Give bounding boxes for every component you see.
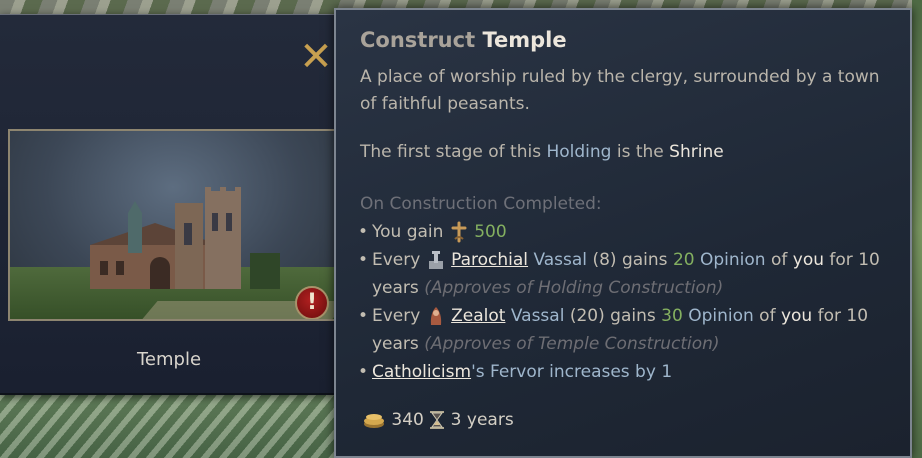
- stage-name: Shrine: [669, 142, 724, 162]
- zealot-count: (20): [569, 306, 605, 326]
- construct-tooltip: Construct Temple A place of worship rule…: [334, 8, 912, 458]
- parochial-of: of: [770, 250, 788, 270]
- effects-list: You gain 500 Every Parochial Vassal (8) …: [358, 218, 898, 386]
- effect-zealot-opinion: Every Zealot Vassal (20) gains 30 Opinio…: [358, 302, 898, 358]
- parochial-vassal[interactable]: Vassal: [533, 250, 587, 270]
- effect-parochial-opinion: Every Parochial Vassal (8) gains 20 Opin…: [358, 246, 898, 302]
- title-noun: Temple: [482, 28, 567, 52]
- zealot-opinion[interactable]: Opinion: [688, 306, 754, 326]
- zealot-gains: gains: [610, 306, 656, 326]
- parochial-trait-link[interactable]: Parochial: [451, 250, 528, 270]
- parochial-prefix: Every: [372, 250, 421, 270]
- map-strip-bottom: [0, 392, 340, 458]
- parochial-reason: (Approves of Holding Construction): [424, 278, 724, 298]
- zealot-amount: 30: [661, 306, 683, 326]
- fervor-text: 's Fervor increases by 1: [471, 362, 673, 382]
- gold-icon: [364, 414, 384, 428]
- title-verb: Construct: [360, 28, 476, 52]
- map-strip-right: [912, 0, 922, 458]
- parochial-amount: 20: [672, 250, 695, 270]
- faith-link[interactable]: Catholicism: [372, 362, 471, 382]
- build-time: 3 years: [450, 410, 514, 430]
- zealot-icon: [430, 307, 441, 325]
- zealot-of: of: [759, 306, 776, 326]
- holding-panel: ✕ ! Temple: [0, 14, 338, 395]
- zealot-trait-link[interactable]: Zealot: [451, 306, 505, 326]
- holding-picture[interactable]: !: [8, 129, 338, 321]
- gold-cost: 340: [391, 410, 424, 430]
- zealot-prefix: Every: [372, 306, 421, 326]
- gain-prefix: You gain: [372, 222, 444, 242]
- completed-header: On Construction Completed:: [360, 194, 602, 214]
- zealot-you: you: [780, 306, 813, 326]
- stage-prefix: The first stage of this: [360, 142, 542, 162]
- hourglass-icon: [430, 411, 445, 429]
- parochial-gains: gains: [621, 250, 668, 270]
- warning-icon[interactable]: !: [295, 286, 329, 319]
- stage-middle: is the: [616, 142, 664, 162]
- holding-name: Temple: [136, 349, 202, 370]
- zealot-vassal[interactable]: Vassal: [511, 306, 565, 326]
- temple-illustration: [90, 187, 280, 289]
- stage-holding-link[interactable]: Holding: [546, 142, 611, 162]
- first-stage-line: The first stage of this Holding is the S…: [360, 142, 724, 162]
- gain-value: 500: [474, 222, 507, 242]
- piety-icon: [451, 221, 467, 243]
- close-button[interactable]: ✕: [296, 37, 336, 77]
- parochial-icon: [428, 251, 443, 269]
- zealot-reason: (Approves of Temple Construction): [424, 334, 720, 354]
- cost-footer: 340 3 years: [362, 410, 514, 430]
- tooltip-title: Construct Temple: [360, 28, 567, 52]
- parochial-you: you: [792, 250, 825, 270]
- effect-gain-piety: You gain 500: [358, 218, 898, 246]
- parochial-opinion[interactable]: Opinion: [700, 250, 766, 270]
- effect-fervor: Catholicism's Fervor increases by 1: [358, 358, 898, 386]
- parochial-count: (8): [592, 250, 617, 270]
- tooltip-description: A place of worship ruled by the clergy, …: [360, 67, 880, 114]
